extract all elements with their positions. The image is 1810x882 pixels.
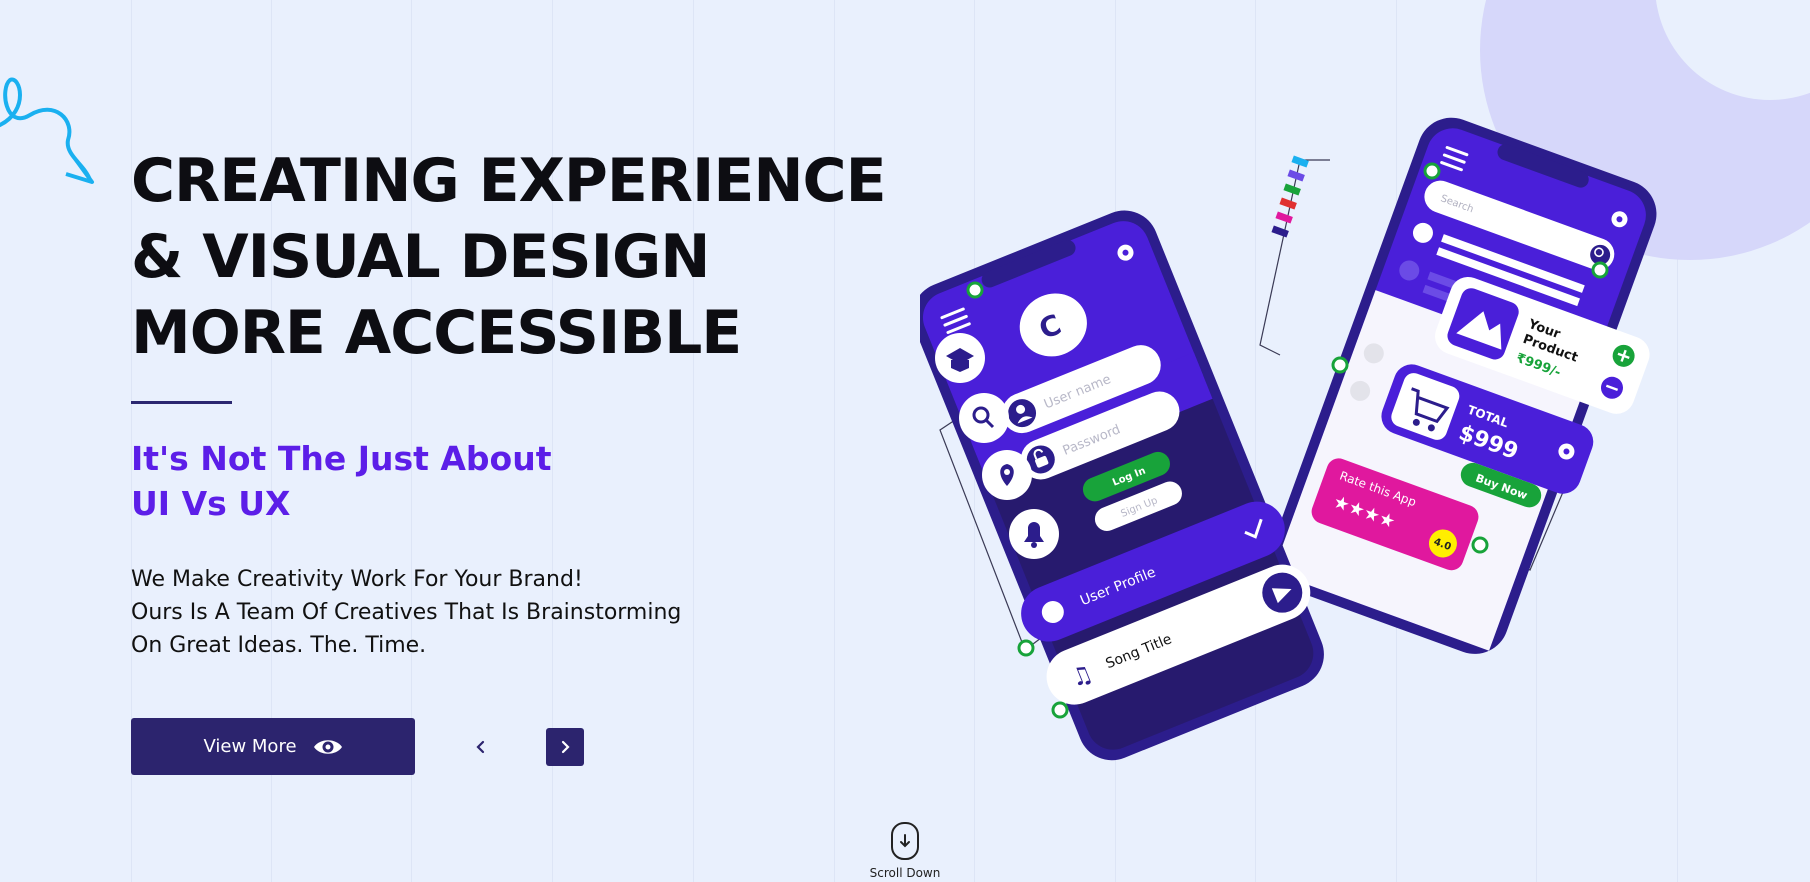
next-slide-button[interactable] [546, 728, 584, 766]
body-line-1: We Make Creativity Work For Your Brand! [131, 567, 583, 592]
chevron-left-icon [476, 740, 485, 754]
prev-slide-button[interactable] [462, 728, 500, 766]
hero-headline: CREATING EXPERIENCE & VISUAL DESIGN MORE… [131, 143, 887, 371]
color-swatches [1271, 155, 1309, 238]
subheading-line-1: It's Not The Just About [131, 439, 552, 478]
body-line-2: Ours Is A Team Of Creatives That Is Brai… [131, 600, 682, 625]
mouse-down-arrow-icon [891, 822, 919, 860]
search-magnifier-icon [959, 393, 1009, 443]
scroll-down-indicator[interactable]: Scroll Down [866, 822, 944, 880]
body-line-3: On Great Ideas. The. Time. [131, 633, 427, 658]
scroll-down-label: Scroll Down [869, 866, 941, 880]
headline-line-1: CREATING EXPERIENCE [131, 146, 887, 216]
headline-line-3: MORE ACCESSIBLE [131, 298, 742, 368]
chevron-right-icon [561, 740, 570, 754]
app-mockup-illustration: Search Rate this App ★★★★ 4.0 Your Produ… [920, 117, 1657, 761]
headline-line-2: & VISUAL DESIGN [131, 222, 710, 292]
view-more-label: View More [203, 736, 297, 757]
left-phone: C User name Password Log In Sign Up User… [920, 210, 1324, 761]
subheading-line-2: UI Vs UX [131, 484, 291, 523]
view-more-button[interactable]: View More [131, 718, 415, 775]
squiggle-arrow-icon [0, 77, 94, 184]
hero-subheading: It's Not The Just About UI Vs UX [131, 436, 552, 526]
hero-body-text: We Make Creativity Work For Your Brand! … [131, 563, 681, 662]
eye-icon [313, 739, 342, 754]
headline-divider [131, 401, 232, 404]
